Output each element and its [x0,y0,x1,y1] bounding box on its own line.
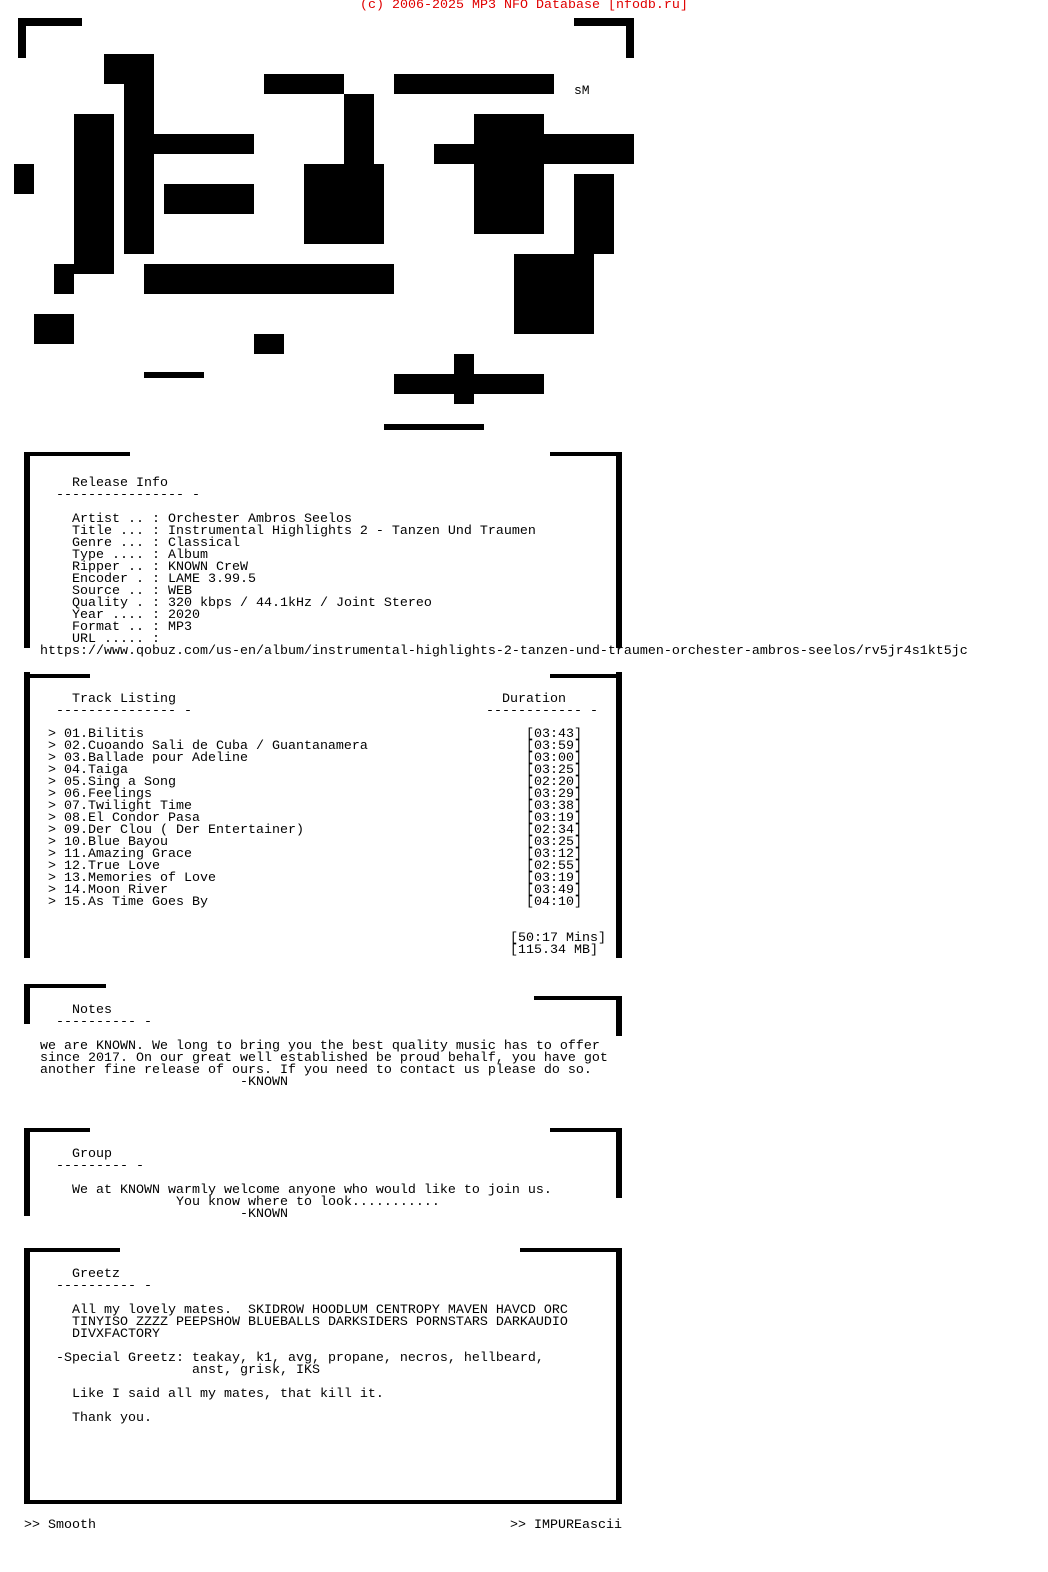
greetz-frame-right [616,1248,622,1504]
ascii-logo: sM [14,18,634,430]
greetz-frame-top [30,1248,120,1252]
notes-text: we are KNOWN. We long to bring you the b… [40,1040,608,1090]
release-frame-right [616,452,622,648]
text-line: -KNOWN [40,1075,288,1090]
group-text: We at KNOWN warmly welcome anyone who wo… [72,1184,552,1222]
total-size: [115.34 MB] [510,943,598,958]
group-frame-top-r [550,1128,616,1132]
track-duration: [04:10] [526,895,582,910]
greetz-underline: ---------- - [56,1279,152,1294]
notes-frame-right [616,996,622,1036]
group-frame-top [30,1128,90,1132]
group-frame-right [616,1128,622,1198]
release-url[interactable]: https://www.qobuz.com/us-en/album/instru… [40,645,968,658]
tracks-frame-right [616,672,622,958]
notes-frame-left [24,984,30,1024]
tracks-frame-top-r [550,674,616,678]
text-line: Like I said all my mates, that kill it. [56,1387,384,1402]
tracks-underline: --------------- - [56,704,192,719]
release-frame-left [24,452,30,648]
notes-frame-top [30,984,106,988]
footer-right: >> IMPUREascii [510,1518,622,1533]
duration-underline: ------------ - [486,704,598,719]
text-line: -KNOWN [72,1207,288,1222]
greetz-frame-bottom [30,1500,616,1504]
track-title: > 15.As Time Goes By [48,895,208,910]
release-frame-top [30,452,130,456]
text-line: Thank you. [56,1411,152,1426]
logo-tag: sM [574,83,590,98]
greetz-frame-left [24,1248,30,1504]
notes-frame-top-r [534,996,616,1000]
greetz-frame-top-r [520,1248,616,1252]
release-frame-top-r [550,452,616,456]
text-line: DIVXFACTORY [56,1327,160,1342]
group-frame-left [24,1128,30,1216]
tracks-frame-left [24,672,30,958]
release-underline: ---------------- - [56,488,200,503]
footer-left: >> Smooth [24,1518,96,1533]
text-line: anst, grisk, IKS [56,1363,320,1378]
greetz-text: All my lovely mates. SKIDROW HOODLUM CEN… [56,1304,568,1426]
credit-line: (c) 2006-2025 MP3 NFO Database [nfodb.ru… [360,0,688,13]
group-underline: --------- - [56,1159,144,1174]
release-lines: Artist .. : Orchester Ambros Seelos Title… [72,513,536,646]
notes-underline: ---------- - [56,1015,152,1030]
tracks-frame-top [30,674,90,678]
